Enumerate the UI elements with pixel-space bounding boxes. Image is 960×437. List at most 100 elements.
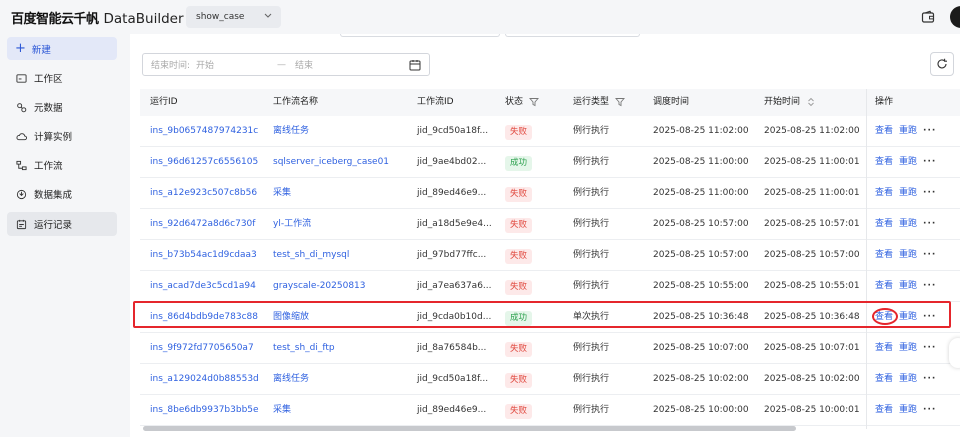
date-range-picker[interactable]: 结束时间: 开始 — 结束 (142, 53, 430, 76)
status-badge: 失败 (505, 404, 533, 419)
start-date-input[interactable]: 开始 (196, 58, 214, 71)
column-header-start-time: 开始时间 (764, 89, 816, 116)
row-actions: 查看 重跑 ··· (875, 147, 936, 177)
rerun-link[interactable]: 重跑 (899, 281, 917, 291)
table-row: ins_b73b54ac1d9cdaa3 test_sh_di_mysql jid_… (140, 240, 960, 271)
workflow-name-link[interactable]: 采集 (273, 178, 291, 208)
sidebar-item-metadata[interactable]: 元数据 (7, 95, 117, 119)
workflow-name-link[interactable]: 采集 (273, 395, 291, 425)
run-type: 例行执行 (573, 281, 610, 291)
run-id-link[interactable]: ins_9f972fd7705650a7 (150, 333, 254, 363)
row-actions: 查看 重跑 ··· (875, 271, 936, 301)
workflow-id: jid_a7ea637a6... (417, 281, 492, 291)
start-time-header-label: 开始时间 (764, 97, 801, 107)
run-id-link[interactable]: ins_acad7de3c5cd1a94 (150, 271, 256, 301)
run-id-link[interactable]: ins_8be6db9937b3bb5e (150, 395, 259, 425)
workflow-name-link[interactable]: yl-工作流 (273, 209, 311, 239)
start-time: 2025-08-25 11:00:01 (764, 157, 860, 167)
rerun-link[interactable]: 重跑 (899, 157, 917, 167)
view-link[interactable]: 查看 (875, 250, 893, 260)
view-link[interactable]: 查看 (875, 157, 893, 167)
table-row: ins_a129024d0b88553d 离线任务 jid_9cd50a18f...… (140, 364, 960, 395)
sort-icon[interactable] (806, 97, 816, 107)
sidebar-item-workflow[interactable]: 工作流 (7, 153, 117, 177)
workflow-name-link[interactable]: sqlserver_iceberg_case01 (273, 147, 389, 177)
workflow-name-link[interactable]: grayscale-20250813 (273, 271, 366, 301)
filter-icon[interactable] (615, 97, 625, 107)
run-id-link[interactable]: ins_96d61257c6556105 (150, 147, 258, 177)
schedule-time: 2025-08-25 11:02:00 (653, 126, 749, 136)
wallet-icon[interactable] (921, 10, 935, 24)
workflow-name-link[interactable]: test_sh_di_ftp (273, 333, 335, 363)
workflow-name-link[interactable]: 离线任务 (273, 364, 309, 394)
view-link[interactable]: 查看 (875, 343, 893, 353)
sidebar-item-label: 工作流 (34, 161, 63, 172)
more-actions-icon[interactable]: ··· (923, 188, 936, 198)
run-type: 例行执行 (573, 157, 610, 167)
row-actions: 查看 重跑 ··· (875, 178, 936, 208)
start-time: 2025-08-25 10:02:00 (764, 374, 860, 384)
workflow-id: jid_a18d5e9e4... (417, 219, 492, 229)
sidebar-item-run-records[interactable]: 运行记录 (7, 212, 117, 236)
table-row: ins_96d61257c6556105 sqlserver_iceberg_ca… (140, 147, 960, 178)
rerun-link[interactable]: 重跑 (899, 405, 917, 415)
refresh-button[interactable] (930, 52, 954, 76)
more-actions-icon[interactable]: ··· (923, 157, 936, 167)
view-link[interactable]: 查看 (875, 374, 893, 384)
sidebar-item-label: 元数据 (34, 103, 63, 114)
side-panel-handle[interactable] (949, 338, 960, 368)
status-badge: 失败 (505, 373, 533, 388)
run-id-link[interactable]: ins_a12e923c507c8b56 (150, 178, 257, 208)
horizontal-scrollbar[interactable] (143, 426, 796, 431)
workspace-select[interactable]: show_case (186, 6, 281, 28)
run-type: 例行执行 (573, 126, 610, 136)
new-button[interactable]: + 新建 (7, 37, 117, 60)
rerun-link[interactable]: 重跑 (899, 126, 917, 136)
run-id-link[interactable]: ins_9b0657487974231c (150, 116, 258, 146)
run-type: 例行执行 (573, 250, 610, 260)
more-actions-icon[interactable]: ··· (923, 374, 936, 384)
sidebar-item-label: 运行记录 (34, 220, 73, 231)
sidebar-item-label: 工作区 (34, 74, 63, 85)
folder-icon (16, 73, 27, 83)
rerun-link[interactable]: 重跑 (899, 374, 917, 384)
workflow-name-link[interactable]: test_sh_di_mysql (273, 240, 349, 270)
view-link[interactable]: 查看 (875, 405, 893, 415)
more-actions-icon[interactable]: ··· (923, 281, 936, 291)
view-link[interactable]: 查看 (875, 281, 893, 291)
view-link[interactable]: 查看 (875, 219, 893, 229)
rerun-link[interactable]: 重跑 (899, 343, 917, 353)
chevron-down-icon (264, 13, 272, 18)
column-header-run-id: 运行ID (150, 97, 178, 107)
table-row: ins_acad7de3c5cd1a94 grayscale-20250813 ji… (140, 271, 960, 302)
rerun-link[interactable]: 重跑 (899, 219, 917, 229)
more-actions-icon[interactable]: ··· (923, 126, 936, 136)
app-logo[interactable]: 百度智能云千帆 DataBuilder (11, 8, 184, 27)
status-badge: 成功 (505, 156, 533, 171)
more-actions-icon[interactable]: ··· (923, 405, 936, 415)
more-actions-icon[interactable]: ··· (923, 219, 936, 229)
start-time: 2025-08-25 11:00:01 (764, 188, 860, 198)
run-type: 例行执行 (573, 405, 610, 415)
cloud-icon (16, 132, 27, 140)
rerun-link[interactable]: 重跑 (899, 188, 917, 198)
rerun-link[interactable]: 重跑 (899, 250, 917, 260)
view-link[interactable]: 查看 (875, 126, 893, 136)
more-actions-icon[interactable]: ··· (923, 343, 936, 353)
run-id-link[interactable]: ins_b73b54ac1d9cdaa3 (150, 240, 257, 270)
sidebar-item-integration[interactable]: 数据集成 (7, 182, 117, 206)
fixed-column-divider (866, 89, 867, 429)
end-date-input[interactable]: 结束 (295, 58, 313, 71)
sidebar-item-compute[interactable]: 计算实例 (7, 124, 117, 148)
table-row: ins_9b0657487974231c 离线任务 jid_9cd50a18f...… (140, 116, 960, 147)
run-id-link[interactable]: ins_92d6472a8d6c730f (150, 209, 255, 239)
view-link[interactable]: 查看 (875, 188, 893, 198)
sidebar-item-workspace[interactable]: 工作区 (7, 66, 117, 90)
run-id-link[interactable]: ins_a129024d0b88553d (150, 364, 259, 394)
workflow-name-link[interactable]: 离线任务 (273, 116, 309, 146)
user-avatar[interactable] (950, 6, 960, 28)
filter-icon[interactable] (529, 97, 539, 107)
table-row: ins_8be6db9937b3bb5e 采集 jid_89ed46e9... 例行执… (140, 395, 960, 426)
run-records-table: 运行ID 工作流名称 工作流ID 状态 运行类型 调度时间 开始时间 操作 in… (140, 89, 960, 429)
more-actions-icon[interactable]: ··· (923, 250, 936, 260)
